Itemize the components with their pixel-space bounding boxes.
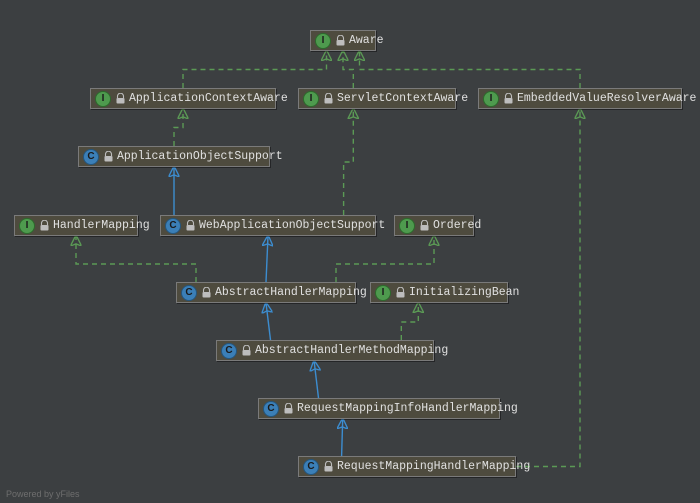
lock-icon: [503, 93, 513, 105]
uml-interface-Ordered[interactable]: IOrdered: [394, 215, 474, 236]
lock-icon: [419, 220, 429, 232]
uml-class-WebApplicationObjectSupport[interactable]: CWebApplicationObjectSupport: [160, 215, 376, 236]
implements-edge: [401, 303, 418, 340]
lock-icon: [241, 345, 251, 357]
implements-edge: [174, 109, 183, 146]
node-label: EmbeddedValueResolverAware: [517, 92, 696, 105]
implements-edge: [516, 109, 580, 467]
interface-badge-icon: I: [483, 91, 499, 107]
uml-interface-Aware[interactable]: IAware: [310, 30, 376, 51]
lock-icon: [395, 287, 405, 299]
lock-icon: [39, 220, 49, 232]
extends-edge: [266, 236, 268, 282]
node-label: RequestMappingInfoHandlerMapping: [297, 402, 518, 415]
interface-badge-icon: I: [315, 33, 331, 49]
lock-icon: [185, 220, 195, 232]
node-label: HandlerMapping: [53, 219, 150, 232]
uml-class-RequestMappingHandlerMapping[interactable]: CRequestMappingHandlerMapping: [298, 456, 516, 477]
class-badge-icon: C: [263, 401, 279, 417]
interface-badge-icon: I: [399, 218, 415, 234]
interface-badge-icon: I: [375, 285, 391, 301]
uml-interface-ServletContextAware[interactable]: IServletContextAware: [298, 88, 456, 109]
implements-edge: [336, 236, 434, 282]
uml-class-RequestMappingInfoHandlerMapping[interactable]: CRequestMappingInfoHandlerMapping: [258, 398, 500, 419]
node-label: ApplicationContextAware: [129, 92, 288, 105]
footer-credit: Powered by yFiles: [6, 489, 80, 499]
implements-edge: [183, 51, 327, 88]
uml-class-AbstractHandlerMethodMapping[interactable]: CAbstractHandlerMethodMapping: [216, 340, 434, 361]
node-label: Aware: [349, 34, 384, 47]
implements-edge: [343, 51, 353, 88]
uml-interface-EmbeddedValueResolverAware[interactable]: IEmbeddedValueResolverAware: [478, 88, 682, 109]
lock-icon: [115, 93, 125, 105]
uml-interface-InitializingBean[interactable]: IInitializingBean: [370, 282, 508, 303]
interface-badge-icon: I: [303, 91, 319, 107]
uml-interface-ApplicationContextAware[interactable]: IApplicationContextAware: [90, 88, 276, 109]
lock-icon: [283, 403, 293, 415]
lock-icon: [323, 461, 333, 473]
implements-edge: [360, 51, 581, 88]
node-label: Ordered: [433, 219, 481, 232]
implements-edge: [344, 109, 354, 215]
uml-class-ApplicationObjectSupport[interactable]: CApplicationObjectSupport: [78, 146, 270, 167]
extends-edge: [342, 419, 343, 456]
edges-layer: [0, 0, 700, 503]
node-label: ServletContextAware: [337, 92, 468, 105]
node-label: AbstractHandlerMapping: [215, 286, 367, 299]
node-label: WebApplicationObjectSupport: [199, 219, 385, 232]
class-badge-icon: C: [221, 343, 237, 359]
class-badge-icon: C: [83, 149, 99, 165]
class-badge-icon: C: [165, 218, 181, 234]
uml-class-AbstractHandlerMapping[interactable]: CAbstractHandlerMapping: [176, 282, 356, 303]
node-label: InitializingBean: [409, 286, 519, 299]
implements-edge: [76, 236, 196, 282]
lock-icon: [103, 151, 113, 163]
extends-edge: [266, 303, 271, 340]
lock-icon: [323, 93, 333, 105]
class-badge-icon: C: [181, 285, 197, 301]
node-label: ApplicationObjectSupport: [117, 150, 283, 163]
interface-badge-icon: I: [19, 218, 35, 234]
lock-icon: [201, 287, 211, 299]
interface-badge-icon: I: [95, 91, 111, 107]
diagram-canvas: IAwareIApplicationContextAwareIServletCo…: [0, 0, 700, 503]
extends-edge: [314, 361, 318, 398]
node-label: RequestMappingHandlerMapping: [337, 460, 530, 473]
class-badge-icon: C: [303, 459, 319, 475]
uml-interface-HandlerMapping[interactable]: IHandlerMapping: [14, 215, 138, 236]
node-label: AbstractHandlerMethodMapping: [255, 344, 448, 357]
lock-icon: [335, 35, 345, 47]
